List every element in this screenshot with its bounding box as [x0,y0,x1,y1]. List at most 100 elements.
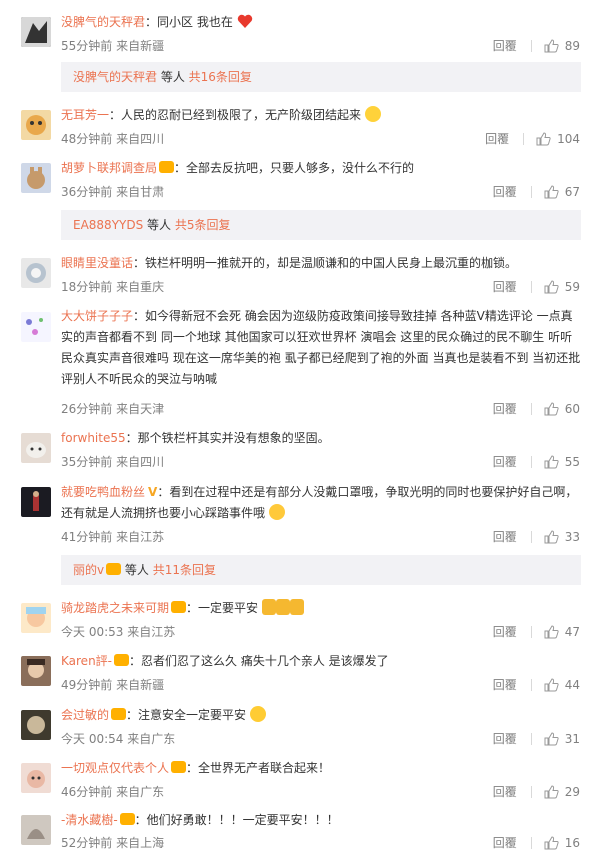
comment-meta: 18分钟前 来自重庆 [61,278,164,295]
divider [530,39,532,52]
like-button[interactable]: 44 [544,678,580,692]
username-link[interactable]: 骑龙踏虎之未来可期 [61,601,169,615]
kiss-face-icon [268,504,285,520]
avatar[interactable] [21,433,51,463]
comment-actions: 回覆 89 [493,37,580,54]
reply-button[interactable]: 回覆 [493,783,517,800]
reply-button[interactable]: 回覆 [493,730,517,747]
comment-time: 今天 00:53 [61,625,124,639]
like-count: 104 [557,131,580,146]
avatar[interactable] [21,312,51,342]
subreply-bar[interactable]: EA888YYDS 等人 共5条回复 [61,210,581,240]
subreply-user[interactable]: EA888YYDS [73,218,143,232]
comment-time: 55分钟前 [61,39,113,53]
avatar[interactable] [21,815,51,845]
more-replies-link[interactable]: 共5条回复 [175,218,231,232]
like-button[interactable]: 47 [544,625,580,639]
subreply-user[interactable]: 丽的v [73,563,104,577]
username-link[interactable]: 胡萝卜联邦调查局 [61,161,157,175]
like-count: 67 [564,184,580,199]
avatar[interactable] [21,487,51,517]
comment-body: 没脾气的天秤君：同小区 我也在 [61,12,583,33]
reply-button[interactable]: 回覆 [493,183,517,200]
like-button[interactable]: 16 [544,836,580,850]
comment-body: 无耳芳一：人民的忍耐已经到极限了，无产阶级团结起来 [61,105,583,126]
username-link[interactable]: 没脾气的天秤君 [61,15,145,29]
reply-button[interactable]: 回覆 [493,37,517,54]
reply-button[interactable]: 回覆 [493,278,517,295]
comment-time: 46分钟前 [61,785,113,799]
avatar[interactable] [21,603,51,633]
reply-button[interactable]: 回覆 [493,834,517,851]
like-button[interactable]: 29 [544,785,580,799]
reply-button[interactable]: 回覆 [493,400,517,417]
username-link[interactable]: 眼睛里没童话 [61,256,133,270]
comment-actions: 回覆 59 [493,278,580,295]
like-button[interactable]: 55 [544,455,580,469]
reply-button[interactable]: 回覆 [493,676,517,693]
comment-body: 一切观点仅代表个人 ：全世界无产者联合起来！ [61,758,583,779]
comment-actions: 回覆 67 [493,183,580,200]
username-link[interactable]: -清水藏樹- [61,813,118,827]
avatar[interactable] [21,163,51,193]
crying-face-icon [364,106,381,122]
reply-button[interactable]: 回覆 [493,453,517,470]
username-link[interactable]: forwhite55 [61,431,126,445]
fan-badge-icon [171,601,187,613]
subreply-bar[interactable]: 没脾气的天秤君 等人 共16条回复 [61,62,581,92]
comment-text: ：铁栏杆明明一推就开的，却是温顺谦和的中国人民身上最沉重的枷锁。 [133,256,518,270]
comment-meta: 55分钟前 来自新疆 [61,37,164,54]
comment-actions: 回覆 16 [493,834,580,851]
like-button[interactable]: 104 [536,132,580,146]
reply-button[interactable]: 回覆 [493,623,517,640]
comment-text: ：如今得新冠不会死 确会因为迩级防疫政策间接导致挂掉 各种蓝V精选评论 一点真实… [61,309,581,386]
subreply-text: 等人 [121,563,153,577]
comment-time: 35分钟前 [61,455,113,469]
username-link[interactable]: 会过敏的 [61,708,109,722]
avatar[interactable] [21,656,51,686]
divider [530,625,532,638]
thumbs-up-icon [544,454,559,468]
like-button[interactable]: 33 [544,530,580,544]
subreply-bar[interactable]: 丽的v 等人 共11条回复 [61,555,581,585]
divider [523,132,525,145]
avatar[interactable] [21,258,51,288]
comment-actions: 回覆 55 [493,453,580,470]
like-count: 44 [564,677,580,692]
comment-location: 来自新疆 [116,39,165,53]
thumbs-up-icon [544,401,559,415]
username-link[interactable]: Karen評- [61,654,112,668]
like-button[interactable]: 67 [544,185,580,199]
username-link[interactable]: 无耳芳一 [61,108,109,122]
more-replies-link[interactable]: 共11条回复 [153,563,216,577]
comment-text: ：他们好勇敢！！！一定要平安！！！ [134,813,339,827]
comment-text: ：同小区 我也在 [145,15,233,29]
comment-location: 来自四川 [116,132,165,146]
username-link[interactable]: 大大饼子子子 [61,309,133,323]
comment-text: ：全部去反抗吧，只要人够多，没什么不行的 [174,161,415,175]
username-link[interactable]: 一切观点仅代表个人 [61,761,169,775]
like-button[interactable]: 60 [544,402,580,416]
subreply-user[interactable]: 没脾气的天秤君 [73,70,157,84]
avatar[interactable] [21,710,51,740]
comment-text: ：全世界无产者联合起来！ [186,761,331,775]
comment-time: 18分钟前 [61,280,113,294]
like-count: 29 [564,784,580,799]
comment-meta: 36分钟前 来自甘肃 [61,183,164,200]
verified-v-icon: V [148,485,158,499]
subreply-text: 等人 [143,218,175,232]
fan-badge-icon [111,708,127,720]
username-link[interactable]: 就要吃鸭血粉丝 [61,485,145,499]
like-button[interactable]: 59 [544,280,580,294]
like-button[interactable]: 89 [544,39,580,53]
avatar[interactable] [21,110,51,140]
divider [530,530,532,543]
like-count: 59 [564,279,580,294]
like-button[interactable]: 31 [544,732,580,746]
avatar[interactable] [21,17,51,47]
reply-button[interactable]: 回覆 [485,130,509,147]
more-replies-link[interactable]: 共16条回复 [189,70,252,84]
avatar[interactable] [21,763,51,793]
comment-meta: 46分钟前 来自广东 [61,783,164,800]
reply-button[interactable]: 回覆 [493,528,517,545]
